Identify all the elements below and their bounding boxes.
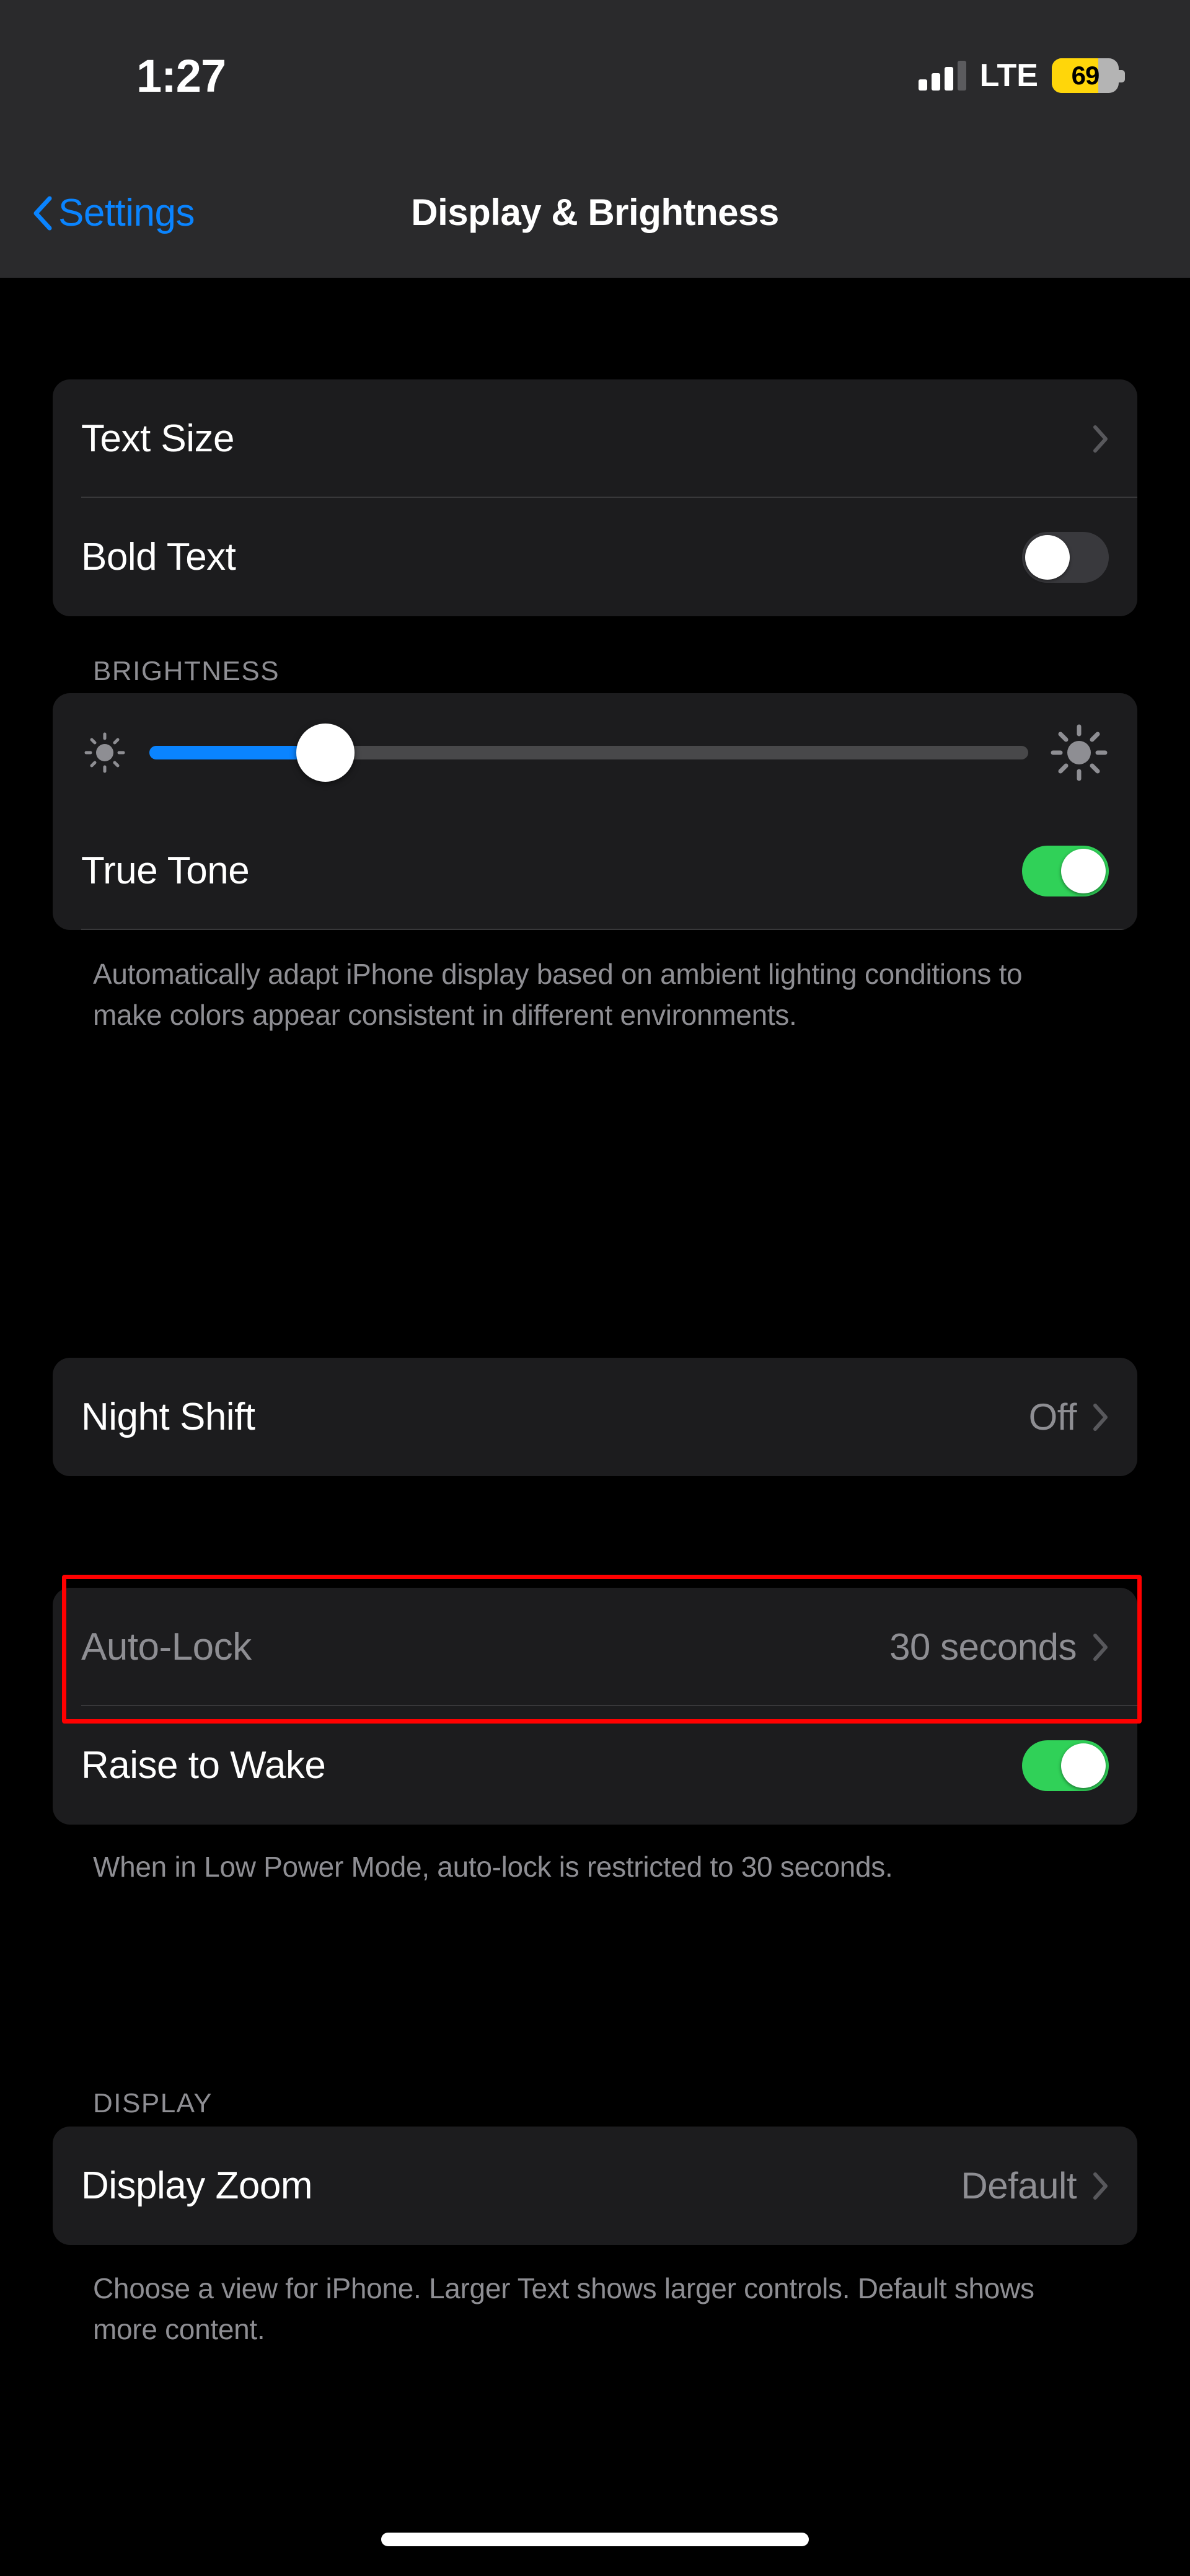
- status-bar-indicators: LTE 69: [918, 57, 1125, 94]
- section-header-display: DISPLAY: [93, 2088, 213, 2118]
- network-type-label: LTE: [979, 58, 1038, 94]
- row-bold-text[interactable]: Bold Text: [53, 498, 1137, 616]
- row-raise-to-wake-label: Raise to Wake: [81, 1744, 326, 1787]
- chevron-right-icon: [1093, 1633, 1108, 1661]
- section-header-brightness: BRIGHTNESS: [93, 656, 280, 686]
- status-bar: 1:27 LTE 69: [0, 0, 1190, 161]
- chevron-right-icon: [1093, 425, 1108, 453]
- cellular-signal-icon: [918, 61, 966, 91]
- battery-cap: [1119, 70, 1125, 82]
- toggle-knob: [1061, 1743, 1106, 1788]
- row-display-zoom-label: Display Zoom: [81, 2164, 313, 2207]
- row-night-shift-label: Night Shift: [81, 1396, 255, 1438]
- status-bar-time: 1:27: [136, 50, 226, 102]
- row-text-size-label: Text Size: [81, 417, 235, 460]
- row-true-tone-label: True Tone: [81, 849, 250, 892]
- display-zoom-footer-note: Choose a view for iPhone. Larger Text sh…: [93, 2272, 1034, 2345]
- row-brightness-slider[interactable]: [53, 693, 1137, 930]
- brightness-slider-track[interactable]: [149, 723, 1028, 782]
- brightness-low-icon: [84, 732, 125, 772]
- bold-text-toggle[interactable]: [1022, 531, 1109, 583]
- brightness-slider-knob[interactable]: [296, 723, 355, 782]
- battery-icon: 69: [1052, 58, 1125, 93]
- raise-to-wake-toggle[interactable]: [1022, 1740, 1109, 1791]
- row-night-shift-value: Off: [1028, 1396, 1077, 1438]
- row-display-zoom-value: Default: [961, 2165, 1077, 2206]
- toggle-knob: [1061, 848, 1106, 893]
- display-zoom-group: Display Zoom Default: [53, 2127, 1137, 2245]
- true-tone-toggle[interactable]: [1022, 845, 1109, 896]
- text-settings-group: Text Size Bold Text: [53, 379, 1137, 616]
- row-auto-lock-label: Auto-Lock: [81, 1626, 252, 1668]
- brightness-high-icon: [1051, 724, 1108, 781]
- auto-lock-group: Auto-Lock 30 seconds Raise to Wake: [53, 1588, 1137, 1825]
- row-raise-to-wake[interactable]: Raise to Wake: [53, 1706, 1137, 1825]
- brightness-group: True Tone: [53, 693, 1137, 930]
- iphone-screen: 1:27 LTE 69 Settings Display & Brightnes…: [0, 0, 1190, 2576]
- true-tone-footer-note: Automatically adapt iPhone display based…: [93, 958, 1023, 1031]
- auto-lock-footer-note: When in Low Power Mode, auto-lock is res…: [93, 1851, 893, 1883]
- row-display-zoom[interactable]: Display Zoom Default: [53, 2127, 1137, 2245]
- navigation-bar: Settings Display & Brightness: [0, 161, 1190, 278]
- row-true-tone[interactable]: True Tone: [53, 812, 1137, 930]
- row-night-shift[interactable]: Night Shift Off: [53, 1358, 1137, 1476]
- page-title: Display & Brightness: [411, 192, 779, 233]
- row-auto-lock-value: 30 seconds: [889, 1626, 1077, 1668]
- night-shift-group: Night Shift Off: [53, 1358, 1137, 1476]
- row-text-size[interactable]: Text Size: [53, 379, 1137, 498]
- home-indicator[interactable]: [381, 2533, 809, 2546]
- row-auto-lock[interactable]: Auto-Lock 30 seconds: [53, 1588, 1137, 1706]
- toggle-knob: [1025, 534, 1070, 580]
- chevron-right-icon: [1093, 2172, 1108, 2200]
- row-bold-text-label: Bold Text: [81, 536, 236, 578]
- chevron-right-icon: [1093, 1403, 1108, 1431]
- battery-percent-label: 69: [1071, 61, 1100, 90]
